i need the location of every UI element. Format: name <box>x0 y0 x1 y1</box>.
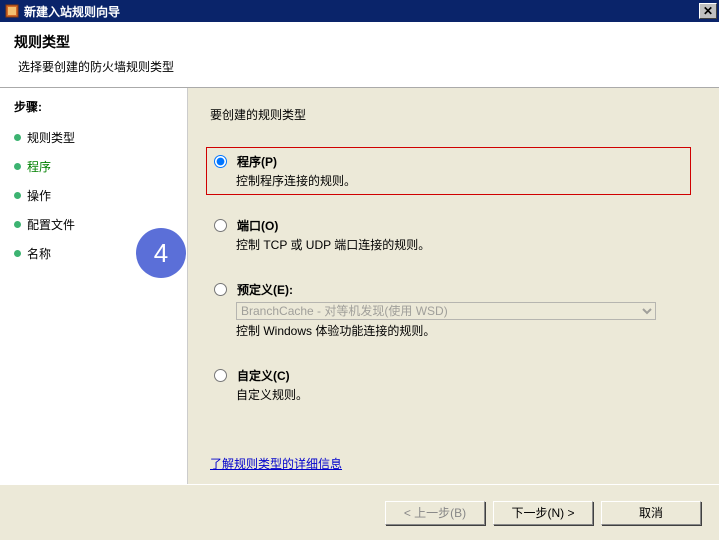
option-port: 端口(O) 控制 TCP 或 UDP 端口连接的规则。 <box>206 211 691 259</box>
bullet-icon <box>14 250 21 257</box>
bullet-icon <box>14 192 21 199</box>
option-program: 程序(P) 控制程序连接的规则。 <box>206 147 691 195</box>
step-label: 操作 <box>27 187 51 204</box>
learn-more-link[interactable]: 了解规则类型的详细信息 <box>210 455 342 472</box>
page-subtitle: 选择要创建的防火墙规则类型 <box>18 58 705 75</box>
content-prompt: 要创建的规则类型 <box>210 106 691 123</box>
step-label: 配置文件 <box>27 216 75 233</box>
rule-type-options: 程序(P) 控制程序连接的规则。 端口(O) 控制 TCP 或 UDP 端口连接… <box>206 147 691 409</box>
annotation-number: 4 <box>154 238 168 269</box>
bullet-icon <box>14 134 21 141</box>
option-custom-label: 自定义(C) <box>237 367 290 384</box>
wizard-header: 规则类型 选择要创建的防火墙规则类型 <box>0 22 719 88</box>
steps-sidebar: 步骤: 规则类型 程序 操作 配置文件 名称 <box>0 88 188 484</box>
radio-program[interactable] <box>214 155 227 168</box>
predefined-select: BranchCache - 对等机发现(使用 WSD) <box>236 302 656 320</box>
wizard-content: 要创建的规则类型 程序(P) 控制程序连接的规则。 端口(O) 控制 TCP 或… <box>188 88 719 484</box>
option-custom-desc: 自定义规则。 <box>236 386 683 403</box>
close-icon: ✕ <box>703 4 713 18</box>
option-program-desc: 控制程序连接的规则。 <box>236 172 683 189</box>
step-label: 名称 <box>27 245 51 262</box>
option-program-label: 程序(P) <box>237 153 277 170</box>
window-title: 新建入站规则向导 <box>24 3 699 20</box>
option-custom: 自定义(C) 自定义规则。 <box>206 361 691 409</box>
page-title: 规则类型 <box>14 32 705 52</box>
wizard-footer: < 上一步(B) 下一步(N) > 取消 <box>0 484 719 540</box>
next-button[interactable]: 下一步(N) > <box>493 501 593 525</box>
annotation-marker: 4 <box>136 228 186 278</box>
option-port-label: 端口(O) <box>237 217 278 234</box>
bullet-icon <box>14 163 21 170</box>
option-port-desc: 控制 TCP 或 UDP 端口连接的规则。 <box>236 236 683 253</box>
step-action[interactable]: 操作 <box>0 181 187 210</box>
close-button[interactable]: ✕ <box>699 3 717 19</box>
option-predefined-label: 预定义(E): <box>237 281 293 298</box>
step-label: 规则类型 <box>27 129 75 146</box>
titlebar: 新建入站规则向导 ✕ <box>0 0 719 22</box>
back-button: < 上一步(B) <box>385 501 485 525</box>
app-icon <box>4 3 20 19</box>
cancel-button[interactable]: 取消 <box>601 501 701 525</box>
step-label: 程序 <box>27 158 51 175</box>
radio-custom[interactable] <box>214 369 227 382</box>
bullet-icon <box>14 221 21 228</box>
step-rule-type[interactable]: 规则类型 <box>0 123 187 152</box>
option-predefined: 预定义(E): BranchCache - 对等机发现(使用 WSD) 控制 W… <box>206 275 691 345</box>
radio-predefined[interactable] <box>214 283 227 296</box>
step-program[interactable]: 程序 <box>0 152 187 181</box>
radio-port[interactable] <box>214 219 227 232</box>
option-predefined-desc: 控制 Windows 体验功能连接的规则。 <box>236 322 683 339</box>
steps-heading: 步骤: <box>0 98 187 123</box>
